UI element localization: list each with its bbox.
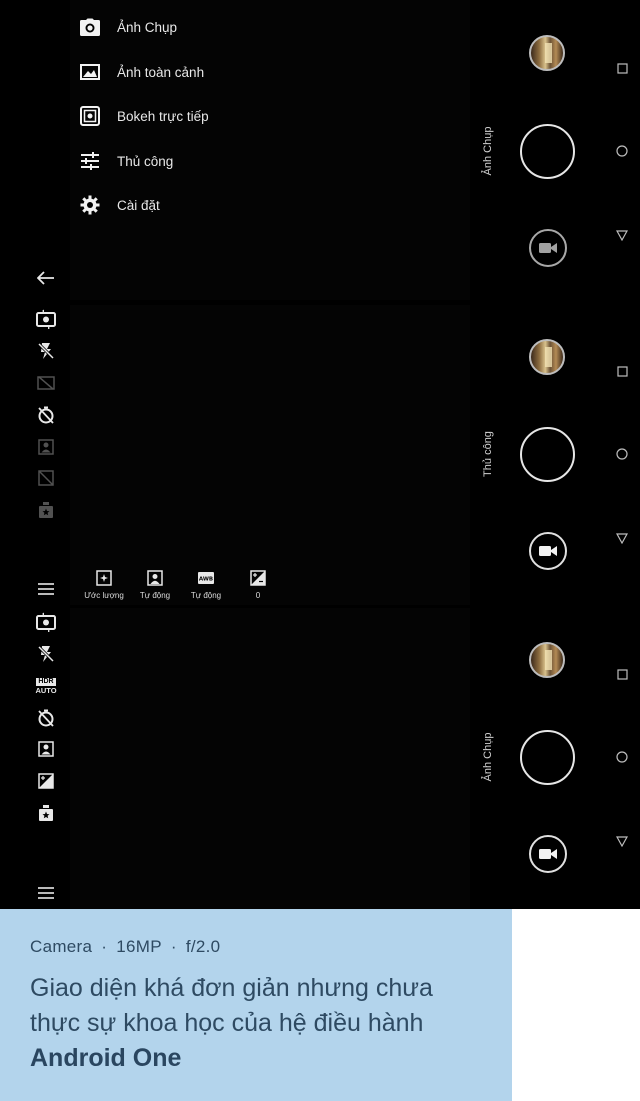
hdr-off-icon[interactable] <box>34 371 58 395</box>
sliders-icon <box>78 149 102 173</box>
back-icon[interactable] <box>614 530 630 546</box>
menu-item-bokeh[interactable]: Bokeh trực tiếp <box>78 101 209 131</box>
focus-label: Tự động <box>139 591 171 600</box>
metering-setting[interactable]: Ước lượng <box>79 569 129 600</box>
back-icon[interactable] <box>614 227 630 243</box>
switch-camera-icon[interactable] <box>34 307 58 331</box>
camera-icon <box>78 15 102 39</box>
menu-item-photo[interactable]: Ảnh Chụp <box>78 12 177 42</box>
exposure-label: 0 <box>255 591 261 600</box>
caption-separator: · <box>101 937 108 956</box>
awb-icon: AWB <box>197 569 215 587</box>
portrait-icon[interactable] <box>34 435 58 459</box>
caption-text: Giao diện khá đơn giản nhưng chưa thực s… <box>30 971 482 1076</box>
home-icon[interactable] <box>614 143 630 159</box>
awb-badge: AWB <box>199 577 213 583</box>
caption-aperture: f/2.0 <box>185 937 221 956</box>
flash-off-icon[interactable] <box>34 339 58 363</box>
video-camera-icon <box>539 243 557 253</box>
exposure-icon <box>249 569 267 587</box>
menu-item-panorama[interactable]: Ảnh toàn cảnh <box>78 57 204 87</box>
mode-label[interactable]: Thủ công <box>482 414 494 494</box>
beauty-icon[interactable] <box>34 801 58 825</box>
home-icon[interactable] <box>614 446 630 462</box>
caption-bold: Android One <box>30 1044 182 1072</box>
video-button[interactable] <box>529 835 567 873</box>
menu-item-settings[interactable]: Cài đặt <box>78 190 160 220</box>
recents-icon[interactable] <box>614 60 630 76</box>
caption-body: Giao diện khá đơn giản nhưng chưa thực s… <box>30 974 433 1037</box>
gallery-thumbnail[interactable] <box>529 339 565 375</box>
menu-icon[interactable] <box>34 881 58 905</box>
caption-separator: · <box>170 937 177 956</box>
exposure-setting[interactable]: 0 <box>233 569 283 600</box>
gallery-thumbnail[interactable] <box>529 642 565 678</box>
video-camera-icon <box>539 546 557 556</box>
shutter-button[interactable] <box>520 730 575 785</box>
menu-item-label: Bokeh trực tiếp <box>117 108 209 124</box>
switch-camera-icon[interactable] <box>34 610 58 634</box>
mode-label[interactable]: Ảnh Chụp <box>482 717 494 797</box>
menu-item-label: Thủ công <box>117 153 174 169</box>
timer-off-icon[interactable] <box>34 403 58 427</box>
caption-app: Camera <box>30 937 93 956</box>
bokeh-icon <box>78 104 102 128</box>
back-icon[interactable] <box>614 833 630 849</box>
recents-icon[interactable] <box>614 363 630 379</box>
back-arrow-icon[interactable] <box>34 266 58 290</box>
shutter-button[interactable] <box>520 427 575 482</box>
portrait-icon[interactable] <box>34 737 58 761</box>
exposure-icon[interactable] <box>34 769 58 793</box>
video-button[interactable] <box>529 532 567 570</box>
gear-icon <box>78 193 102 217</box>
menu-item-label: Ảnh Chụp <box>117 19 178 35</box>
menu-item-manual[interactable]: Thủ công <box>78 146 173 176</box>
menu-item-label: Ảnh toàn cảnh <box>117 64 205 80</box>
hdr-auto-icon[interactable]: HDR AUTO <box>34 674 58 698</box>
metering-label: Ước lượng <box>84 591 124 600</box>
camera-screenshot: Ảnh Chụp Ảnh toàn cảnh Bokeh trực tiếp T… <box>0 0 640 909</box>
home-icon[interactable] <box>614 749 630 765</box>
hdr-auto-label: AUTO <box>35 685 57 695</box>
menu-icon[interactable] <box>34 577 58 601</box>
caption-box: Camera · 16MP · f/2.0 Giao diện khá đơn giản… <box>0 909 512 1101</box>
portrait-icon <box>146 569 164 587</box>
beauty-icon[interactable] <box>34 498 58 522</box>
white-balance-label: Tự động <box>190 591 222 600</box>
video-camera-icon <box>539 849 557 859</box>
viewfinder-3 <box>70 608 470 909</box>
hdr-label: HDR <box>36 677 56 686</box>
caption-megapixels: 16MP <box>116 937 162 956</box>
exposure-off-icon[interactable] <box>34 466 58 490</box>
caption-meta: Camera · 16MP · f/2.0 <box>30 937 482 957</box>
flash-off-icon[interactable] <box>34 642 58 666</box>
panorama-icon <box>78 60 102 84</box>
focus-setting[interactable]: Tự động <box>130 569 180 600</box>
video-button[interactable] <box>529 229 567 267</box>
metering-icon <box>95 569 113 587</box>
menu-item-label: Cài đặt <box>117 197 160 213</box>
viewfinder-2 <box>70 305 470 605</box>
timer-off-icon[interactable] <box>34 706 58 730</box>
recents-icon[interactable] <box>614 666 630 682</box>
gallery-thumbnail[interactable] <box>529 35 565 71</box>
white-balance-setting[interactable]: AWB Tự động <box>181 569 231 600</box>
shutter-button[interactable] <box>520 124 575 179</box>
mode-label[interactable]: Ảnh Chụp <box>482 111 494 191</box>
